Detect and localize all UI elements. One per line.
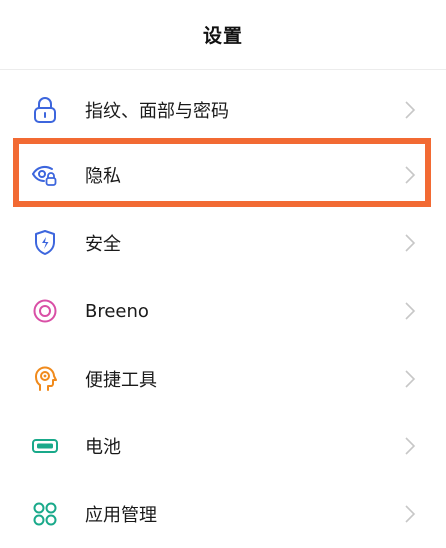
settings-item-battery[interactable]: 电池 (0, 412, 446, 480)
settings-item-label: 电池 (85, 437, 121, 458)
lock-icon (31, 96, 59, 124)
settings-item-label: Breeno (85, 300, 149, 322)
settings-item-label: 应用管理 (85, 505, 157, 526)
smart-tools-icon (31, 365, 59, 393)
battery-icon (31, 432, 59, 460)
settings-item-security[interactable]: 安全 (0, 209, 446, 277)
title-bar: 设置 (0, 0, 446, 70)
settings-item-apps[interactable]: 应用管理 (0, 480, 446, 548)
shield-icon (31, 229, 59, 257)
chevron-right-icon (405, 166, 416, 184)
chevron-right-icon (405, 370, 416, 388)
chevron-right-icon (405, 437, 416, 455)
settings-item-fingerprint[interactable]: 指纹、面部与密码 (0, 76, 446, 144)
settings-item-tools[interactable]: 便捷工具 (0, 345, 446, 413)
chevron-right-icon (405, 505, 416, 523)
breeno-icon (31, 297, 59, 325)
settings-item-label: 便捷工具 (85, 370, 157, 391)
settings-item-privacy[interactable]: 隐私 (0, 141, 446, 209)
settings-item-label: 隐私 (85, 166, 121, 187)
apps-icon (31, 500, 59, 528)
chevron-right-icon (405, 234, 416, 252)
settings-item-breeno[interactable]: Breeno (0, 277, 446, 345)
chevron-right-icon (405, 101, 416, 119)
settings-item-label: 指纹、面部与密码 (85, 101, 229, 122)
chevron-right-icon (405, 302, 416, 320)
settings-item-label: 安全 (85, 234, 121, 255)
privacy-eye-icon (31, 161, 59, 189)
page-title: 设置 (202, 25, 243, 47)
